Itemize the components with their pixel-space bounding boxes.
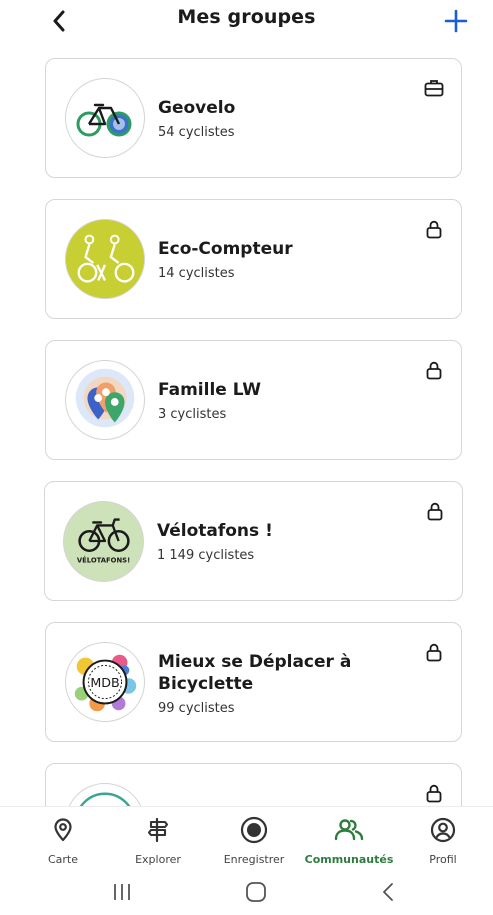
- logo-text: VÉLOTAFONS!: [77, 555, 130, 564]
- logo-text: MDB: [90, 675, 119, 690]
- group-member-count: 99 cyclistes: [158, 701, 235, 716]
- nav-item-explorer[interactable]: Explorer: [113, 807, 203, 869]
- home-button[interactable]: [236, 878, 276, 906]
- bicycle-logo-icon: VÉLOTAFONS!: [64, 502, 143, 581]
- group-member-count: 1 149 cyclistes: [157, 548, 255, 563]
- group-avatar: [65, 783, 145, 806]
- group-avatar: MDB: [65, 642, 145, 722]
- mdb-logo-icon: MDB: [74, 654, 137, 712]
- group-avatar: VÉLOTAFONS!: [63, 501, 144, 582]
- bicycle-logo-icon: [76, 103, 132, 137]
- group-member-count: 54 cyclistes: [158, 125, 235, 140]
- group-logo-icon: [79, 792, 131, 806]
- map-pin-icon: [48, 815, 78, 845]
- group-avatar: [65, 360, 145, 440]
- plus-icon: [444, 9, 468, 33]
- nav-item-profil[interactable]: Profil: [398, 807, 488, 869]
- people-icon: [334, 815, 364, 845]
- group-name: Vélotafons !: [157, 521, 273, 541]
- briefcase-icon: [423, 77, 445, 99]
- system-navigation-bar: [0, 868, 493, 915]
- map-pins-logo-icon: [75, 368, 135, 428]
- nav-item-carte[interactable]: Carte: [18, 807, 108, 869]
- nav-label: Carte: [47, 853, 79, 866]
- bottom-navigation: Carte Explorer Enregistrer Communautés P…: [0, 806, 493, 868]
- nav-label: Communautés: [304, 853, 394, 866]
- home-icon: [246, 882, 266, 902]
- nav-label: Profil: [429, 853, 457, 866]
- add-group-button[interactable]: [441, 6, 471, 36]
- system-back-button[interactable]: [368, 878, 408, 906]
- nav-label: Enregistrer: [223, 853, 285, 866]
- recent-apps-button[interactable]: [102, 878, 142, 906]
- lock-icon: [423, 359, 445, 381]
- nav-label: Explorer: [135, 853, 181, 866]
- group-name: Eco-Compteur: [158, 239, 293, 259]
- group-card-velotafons[interactable]: VÉLOTAFONS! Vélotafons ! 1 149 cyclistes: [44, 481, 463, 601]
- group-member-count: 3 cyclistes: [158, 407, 227, 422]
- nav-item-enregistrer[interactable]: Enregistrer: [209, 807, 299, 869]
- signpost-icon: [143, 815, 173, 845]
- top-app-bar: Mes groupes: [0, 0, 493, 42]
- back-icon: [383, 883, 393, 901]
- group-card-famille-lw[interactable]: Famille LW 3 cyclistes: [45, 340, 462, 460]
- group-card-eco-compteur[interactable]: Eco-Compteur 14 cyclistes: [45, 199, 462, 319]
- group-name: Mieux se Déplacer à Bicyclette: [158, 652, 352, 694]
- page-title: Mes groupes: [177, 6, 316, 28]
- cyclists-logo-icon: [66, 220, 144, 298]
- group-name: Famille LW: [158, 380, 261, 400]
- group-avatar: [65, 219, 145, 299]
- lock-icon: [423, 782, 445, 804]
- lock-icon: [424, 500, 446, 522]
- group-list: Geovelo 54 cyclistes Eco-Compteur 14 cyc…: [0, 58, 493, 806]
- lock-icon: [423, 218, 445, 240]
- record-icon: [239, 815, 269, 845]
- group-card-geovelo[interactable]: Geovelo 54 cyclistes: [45, 58, 462, 178]
- profile-icon: [428, 815, 458, 845]
- group-avatar: [65, 78, 145, 158]
- lock-icon: [423, 641, 445, 663]
- group-card-mdb[interactable]: MDB Mieux se Déplacer à Bicyclette 99 cy…: [45, 622, 462, 742]
- group-card-partial[interactable]: [45, 763, 462, 806]
- recent-apps-icon: [114, 884, 130, 900]
- group-member-count: 14 cyclistes: [158, 266, 235, 281]
- nav-item-communautes[interactable]: Communautés: [304, 807, 394, 869]
- group-name: Geovelo: [158, 98, 236, 118]
